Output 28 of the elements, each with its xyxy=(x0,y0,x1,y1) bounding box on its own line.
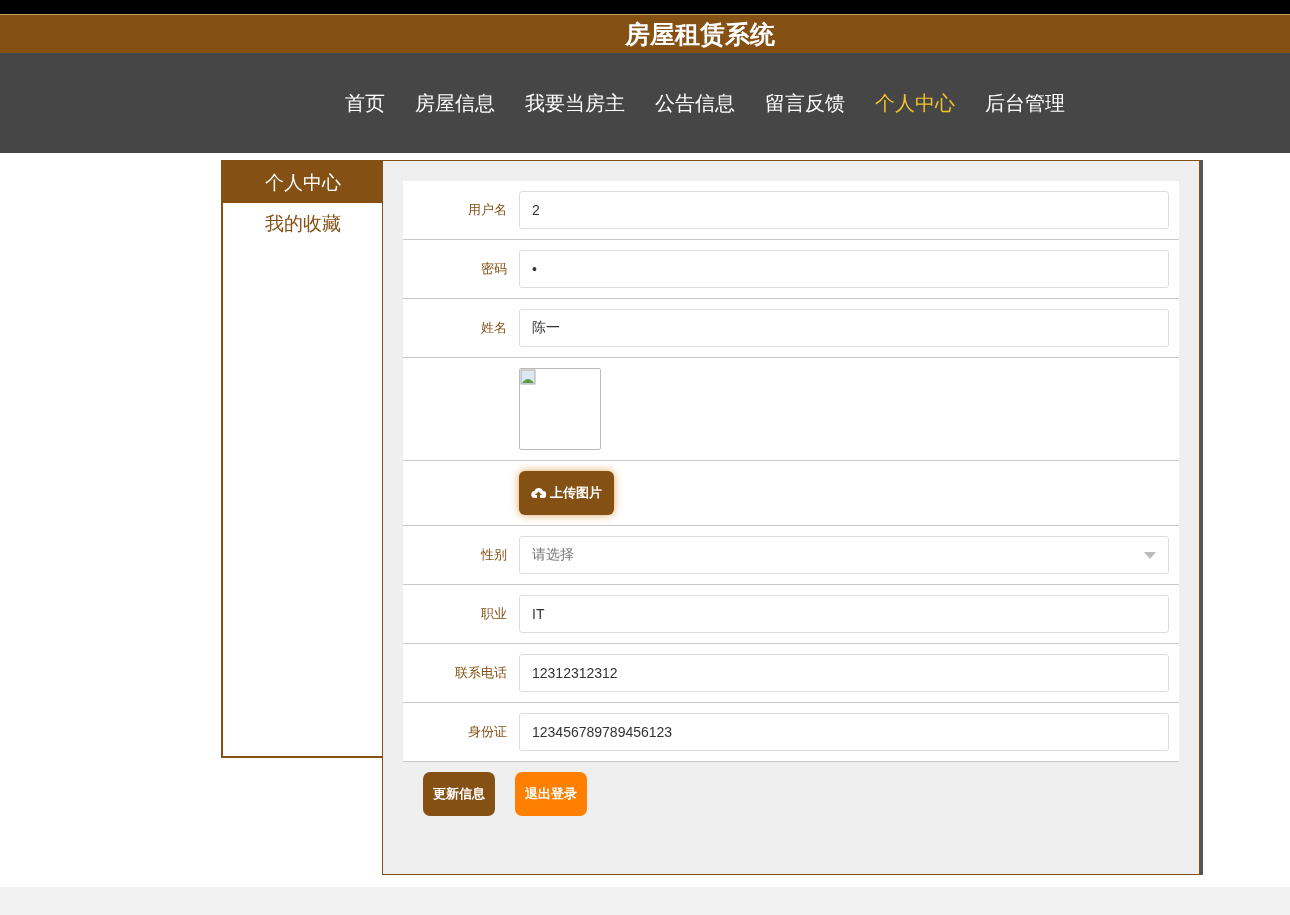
field-label: 姓名 xyxy=(480,319,507,337)
nav-link[interactable]: 我要当房主 xyxy=(510,89,640,117)
nav-link[interactable]: 留言反馈 xyxy=(750,89,860,117)
nav-link[interactable]: 公告信息 xyxy=(640,89,750,117)
nav-link[interactable]: 首页 xyxy=(330,89,400,117)
field-label: 性别 xyxy=(480,546,507,564)
field-label: 联系电话 xyxy=(454,664,507,682)
nav-link[interactable]: 后台管理 xyxy=(970,89,1080,117)
input-field[interactable]: 陈一 xyxy=(519,309,1169,347)
select-field[interactable]: 请选择 xyxy=(519,536,1169,574)
caret-icon xyxy=(1144,551,1156,559)
upload-button[interactable]: 上传图片 xyxy=(519,471,614,515)
cloud-upload-icon xyxy=(531,487,546,499)
field-label: 密码 xyxy=(480,260,507,278)
site-title: 房屋租赁系统 xyxy=(624,18,775,50)
input-field[interactable]: 12312312312 xyxy=(519,654,1169,692)
input-field[interactable]: 123456789789456123 xyxy=(519,713,1169,751)
sidebar-item[interactable]: 个人中心 xyxy=(223,162,382,203)
nav-link[interactable]: 个人中心 xyxy=(860,89,970,117)
input-field[interactable]: IT xyxy=(519,595,1169,633)
input-field[interactable]: • xyxy=(519,250,1169,288)
broken-image-icon xyxy=(520,369,536,385)
field-label: 职业 xyxy=(480,605,507,623)
nav-link[interactable]: 房屋信息 xyxy=(400,89,510,117)
field-label: 用户名 xyxy=(467,201,507,219)
action-button[interactable]: 更新信息 xyxy=(423,772,495,816)
field-label: 身份证 xyxy=(467,723,507,741)
input-field[interactable]: 2 xyxy=(519,191,1169,229)
